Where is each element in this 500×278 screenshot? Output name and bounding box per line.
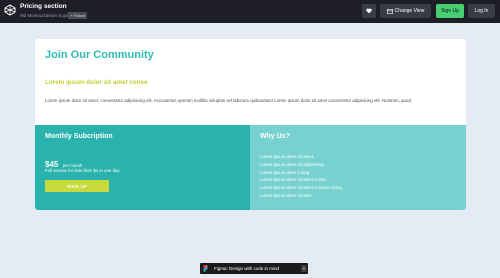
follow-button[interactable]: + Follow [68, 12, 88, 19]
author-name[interactable]: Md Moniruzzaman Sojol [20, 13, 68, 18]
why-item: Lorem ipsum dolor sit amet conse. [260, 177, 328, 183]
why-item: Lorem ipsum dolor sit amet. [260, 154, 315, 159]
heart-icon [366, 8, 372, 14]
signup-button[interactable]: Sign Up [436, 4, 464, 18]
change-view-label: Change View [394, 8, 425, 14]
monthly-subscription-panel: Monthly Subcription $45 per month Full a… [35, 125, 250, 210]
pen-title: Pricing section [20, 3, 67, 10]
why-item: Lorem ipsum dolor sit adipisicing. [260, 161, 325, 167]
figma-banner[interactable]: Figma: Design with code in mind × [200, 263, 308, 274]
card-body-text: Lorem ipsum dolor sit amet, consectetur … [45, 98, 413, 103]
access-text: Full access for less than $1 in one day [45, 168, 120, 173]
heart-button[interactable] [362, 4, 376, 18]
why-item: Lorem ipsum dolor s long. [260, 169, 311, 175]
login-button[interactable]: Log In [468, 4, 495, 18]
monthly-title: Monthly Subcription [45, 133, 113, 140]
pricing-card: Join Our Community Lorem ipsum dolor sit… [35, 39, 466, 210]
card-subheading: Lorem ipsum dolor sit amet conse [45, 79, 148, 86]
top-bar: Pricing section Md Moniruzzaman Sojol + … [0, 0, 500, 23]
layout-icon [386, 8, 393, 14]
signup-cta-button[interactable]: SIGN UP [45, 180, 109, 192]
why-list: Lorem ipsum dolor sit amet. Lorem ipsum … [260, 153, 343, 200]
why-us-panel: Why Us? Lorem ipsum dolor sit amet. Lore… [250, 125, 466, 210]
why-title: Why Us? [260, 133, 290, 140]
why-item: Lorem ipsum dolor sit amet consect sicin… [260, 185, 343, 191]
change-view-button[interactable]: Change View [380, 4, 431, 18]
figma-banner-text: Figma: Design with code in mind [214, 266, 280, 271]
figma-icon [203, 265, 208, 272]
close-icon[interactable]: × [301, 265, 307, 272]
card-heading: Join Our Community [45, 49, 154, 61]
codepen-logo-icon[interactable] [4, 4, 16, 16]
why-item: Lorem ipsum dolor sit ame [260, 192, 312, 198]
